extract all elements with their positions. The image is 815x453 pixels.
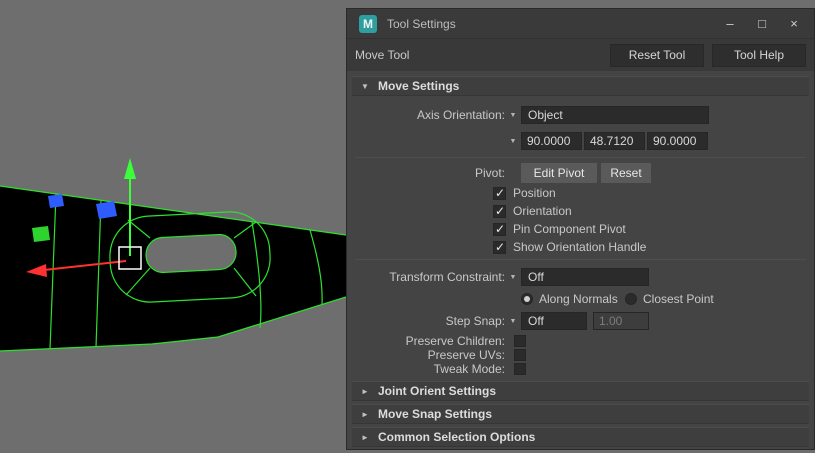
axis-orientation-dropdown-icon[interactable]: ▼ bbox=[505, 112, 521, 119]
settings-content: ▼ Move Settings Axis Orientation: ▼ Obje… bbox=[347, 71, 814, 449]
preserve-children-checkbox[interactable] bbox=[514, 335, 526, 347]
tool-help-button[interactable]: Tool Help bbox=[712, 43, 806, 67]
closest-point-label: Closest Point bbox=[643, 292, 714, 306]
step-snap-row: Step Snap: ▼ Off bbox=[347, 308, 814, 334]
window-controls: – □ × bbox=[714, 12, 810, 36]
preserve-uvs-row: Preserve UVs: bbox=[347, 348, 814, 362]
preserve-children-row: Preserve Children: bbox=[347, 334, 814, 348]
mesh-slot-hole bbox=[145, 233, 237, 274]
axis-orientation-label: Axis Orientation: bbox=[416, 108, 505, 122]
pin-component-pivot-checkbox[interactable] bbox=[493, 222, 506, 236]
edit-pivot-button[interactable]: Edit Pivot bbox=[521, 163, 597, 183]
window-title: Tool Settings bbox=[387, 16, 456, 31]
show-orientation-handle-row: Show Orientation Handle bbox=[347, 238, 814, 256]
step-snap-select[interactable]: Off bbox=[521, 312, 587, 330]
viewport-scene bbox=[0, 0, 347, 450]
along-normals-radio[interactable] bbox=[521, 293, 533, 305]
preserve-children-label: Preserve Children: bbox=[405, 334, 505, 348]
position-checkbox[interactable] bbox=[493, 186, 506, 200]
section-label-move-settings: Move Settings bbox=[378, 79, 460, 93]
preserve-uvs-checkbox[interactable] bbox=[514, 349, 526, 361]
section-header-joint-orient[interactable]: ► Joint Orient Settings bbox=[352, 381, 809, 401]
section-label-move-snap: Move Snap Settings bbox=[378, 407, 493, 421]
maximize-button[interactable]: □ bbox=[746, 12, 778, 36]
reset-pivot-button[interactable]: Reset bbox=[601, 163, 651, 183]
section-label-joint-orient: Joint Orient Settings bbox=[378, 384, 497, 398]
plane-handle-blue-far[interactable] bbox=[48, 194, 64, 208]
tweak-mode-checkbox[interactable] bbox=[514, 363, 526, 375]
position-option-row: Position bbox=[347, 184, 814, 202]
step-snap-increment-field bbox=[593, 312, 649, 330]
constraint-mode-row: Along Normals Closest Point bbox=[347, 290, 814, 308]
closest-point-radio[interactable] bbox=[625, 293, 637, 305]
transform-constraint-label: Transform Constraint: bbox=[389, 270, 505, 284]
collapse-closed-icon[interactable]: ► bbox=[352, 433, 378, 442]
show-orientation-handle-label: Show Orientation Handle bbox=[513, 240, 647, 254]
step-snap-dropdown-icon[interactable]: ▼ bbox=[505, 318, 521, 325]
titlebar[interactable]: M Tool Settings – □ × bbox=[347, 9, 814, 39]
pivot-row: Pivot: Edit Pivot Reset bbox=[347, 162, 814, 184]
collapse-closed-icon[interactable]: ► bbox=[352, 410, 378, 419]
plane-handle-blue[interactable] bbox=[96, 201, 117, 219]
minimize-button[interactable]: – bbox=[714, 12, 746, 36]
close-button[interactable]: × bbox=[778, 12, 810, 36]
collapse-closed-icon[interactable]: ► bbox=[352, 387, 378, 396]
show-orientation-handle-checkbox[interactable] bbox=[493, 240, 506, 254]
tweak-mode-label: Tweak Mode: bbox=[433, 362, 505, 376]
transform-constraint-select[interactable]: Off bbox=[521, 268, 649, 286]
axis-orientation-row: Axis Orientation: ▼ Object bbox=[347, 102, 814, 128]
tool-header-bar: Move Tool Reset Tool Tool Help bbox=[347, 39, 814, 71]
orientation-values-row: ▼ bbox=[347, 128, 814, 154]
orient-y-field[interactable] bbox=[584, 132, 645, 150]
pivot-label: Pivot: bbox=[474, 166, 505, 180]
section-header-move-snap[interactable]: ► Move Snap Settings bbox=[352, 404, 809, 424]
along-normals-label: Along Normals bbox=[539, 292, 618, 306]
maya-logo-icon: M bbox=[359, 14, 377, 33]
divider bbox=[355, 259, 806, 260]
section-label-common-selection: Common Selection Options bbox=[378, 430, 536, 444]
tweak-mode-row: Tweak Mode: bbox=[347, 362, 814, 376]
divider bbox=[355, 157, 806, 158]
orientation-checkbox[interactable] bbox=[493, 204, 506, 218]
reset-tool-button[interactable]: Reset Tool bbox=[610, 43, 704, 67]
tool-name: Move Tool bbox=[355, 48, 410, 62]
position-label: Position bbox=[513, 186, 556, 200]
orientation-dropdown-icon[interactable]: ▼ bbox=[505, 138, 521, 145]
tool-settings-window: M Tool Settings – □ × Move Tool Reset To… bbox=[346, 8, 815, 450]
section-header-move-settings[interactable]: ▼ Move Settings bbox=[352, 76, 809, 96]
closest-point-option: Closest Point bbox=[625, 292, 729, 306]
plane-handle-green[interactable] bbox=[32, 226, 50, 242]
transform-constraint-dropdown-icon[interactable]: ▼ bbox=[505, 274, 521, 281]
orientation-label: Orientation bbox=[513, 204, 572, 218]
pin-component-pivot-label: Pin Component Pivot bbox=[513, 222, 626, 236]
step-snap-label: Step Snap: bbox=[445, 314, 505, 328]
collapse-open-icon[interactable]: ▼ bbox=[352, 82, 378, 91]
transform-constraint-row: Transform Constraint: ▼ Off bbox=[347, 264, 814, 290]
orientation-option-row: Orientation bbox=[347, 202, 814, 220]
along-normals-option: Along Normals bbox=[521, 292, 625, 306]
axis-orientation-select[interactable]: Object bbox=[521, 106, 709, 124]
orient-z-field[interactable] bbox=[647, 132, 708, 150]
section-header-common-selection[interactable]: ► Common Selection Options bbox=[352, 427, 809, 447]
orient-x-field[interactable] bbox=[521, 132, 582, 150]
viewport-3d[interactable] bbox=[0, 0, 347, 450]
preserve-uvs-label: Preserve UVs: bbox=[427, 348, 505, 362]
collapsed-sections: ► Joint Orient Settings ► Move Snap Sett… bbox=[347, 381, 814, 447]
pin-component-pivot-row: Pin Component Pivot bbox=[347, 220, 814, 238]
